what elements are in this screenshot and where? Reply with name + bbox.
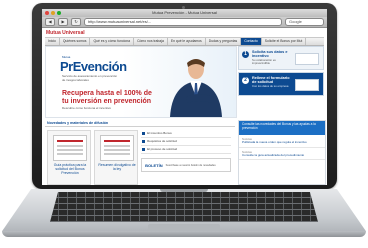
news-text: Publicada la nueva orden que regula el i… <box>242 140 307 144</box>
news-item[interactable]: Noticias Publicada la nueva orden que re… <box>239 135 325 148</box>
browser-titlebar: Mutua Prevención - Mutua Universal <box>42 9 327 17</box>
search-input[interactable]: Google <box>285 18 324 26</box>
web-page: Mutua Universal Inicio Quiénes somos Qué… <box>42 28 327 185</box>
window-controls <box>45 11 61 15</box>
maximize-icon[interactable] <box>57 11 61 15</box>
publication-card[interactable]: Resumen divulgativo de la ley <box>94 130 139 185</box>
brand-title: PrEvención <box>60 59 127 74</box>
businessman-photo <box>170 59 222 117</box>
list-item[interactable]: El proceso de solicitud <box>141 146 231 154</box>
section-title: Novedades y materiales de difusión <box>47 121 109 125</box>
news-text: Consulte la guía actualizada del procedi… <box>242 152 305 157</box>
link-list: El incentivo Bonus Requisitos de solicit… <box>141 130 231 183</box>
hero-subtitle: Servicio de asesoramiento en prevención … <box>62 74 118 82</box>
laptop-screen: Mutua Prevención - Mutua Universal ◀ ▶ ↻… <box>42 9 327 185</box>
step-thumbnail <box>295 53 319 65</box>
publication-title: Resumen divulgativo de la ley <box>98 163 136 171</box>
site-header: Mutua Universal <box>42 28 327 37</box>
keyboard-rows <box>50 192 318 222</box>
browser-toolbar: ◀ ▶ ↻ http://www.mutuauniversal.net/es/.… <box>42 17 327 28</box>
forward-button[interactable]: ▶ <box>58 18 68 26</box>
laptop-base-edge <box>2 231 366 237</box>
close-icon[interactable] <box>45 11 49 15</box>
menu-item[interactable]: Dudas y preguntas <box>206 38 242 45</box>
publications-row: Guía práctica para la solicitud del Bonu… <box>47 130 231 185</box>
steps-panel: 1 Solicita sus datos e incentivo Su cola… <box>238 46 324 116</box>
document-thumbnail <box>100 135 135 161</box>
back-button[interactable]: ◀ <box>45 18 55 26</box>
news-item[interactable]: Noticias Consulte la guía actualizada de… <box>239 148 325 161</box>
document-thumbnail <box>53 135 87 161</box>
address-bar[interactable]: http://www.mutuauniversal.net/es/... <box>84 18 282 26</box>
publication-title: Guía práctica para la solicitud del Bonu… <box>53 163 87 175</box>
reload-button[interactable]: ↻ <box>71 18 81 26</box>
step-number: 2 <box>242 77 249 84</box>
menu-item[interactable]: Qué es y cómo funciona <box>90 38 135 45</box>
site-menu: Inicio Quiénes somos Qué es y cómo funci… <box>45 37 324 46</box>
newsletter-banner[interactable]: BOLETÍN Suscríbase a nuestro boletín de … <box>141 158 231 172</box>
menu-item[interactable]: Solicite el Bonus por Mut <box>262 38 307 45</box>
step-desc: Su colaboración es imprescindible <box>252 58 276 66</box>
news-header: Consulte las novedades del Bonus y las a… <box>239 121 325 135</box>
window-title: Mutua Prevención - Mutua Universal <box>152 10 217 15</box>
step-number: 1 <box>242 51 249 58</box>
hero-headline-sub: Descubre cómo funciona el incentivo <box>62 106 112 110</box>
menu-item[interactable]: Inicio <box>45 38 60 45</box>
step-thumbnail <box>295 79 319 91</box>
laptop: Mutua Prevención - Mutua Universal ◀ ▶ ↻… <box>0 0 368 248</box>
list-item[interactable]: El incentivo Bonus <box>141 130 231 138</box>
trackpad <box>148 224 220 231</box>
step-card[interactable]: 1 Solicita sus datos e incentivo Su cola… <box>238 46 324 70</box>
menu-item[interactable]: Contacto <box>241 38 262 45</box>
newsletter-title: BOLETÍN <box>145 162 163 168</box>
minimize-icon[interactable] <box>51 11 55 15</box>
step-card[interactable]: 2 Rellene el formulario de solicitud Con… <box>238 72 324 96</box>
hero-banner[interactable]: Mutua PrEvención Servicio de asesoramien… <box>45 46 237 118</box>
step-desc: Con los datos de su empresa <box>252 84 289 88</box>
menu-item[interactable]: En qué le ayudamos <box>168 38 206 45</box>
site-logo[interactable]: Mutua Universal <box>46 30 85 36</box>
news-panel: Consulte las novedades del Bonus y las a… <box>238 120 326 185</box>
list-item[interactable]: Requisitos de solicitud <box>141 138 231 146</box>
newsletter-subtitle: Suscríbase a nuestro boletín de novedade… <box>165 163 216 167</box>
lid-notch <box>160 189 208 192</box>
divider <box>45 126 235 127</box>
hero-headline: Recupera hasta el 100% de tu inversión e… <box>62 90 152 105</box>
menu-item[interactable]: Quiénes somos <box>60 38 91 45</box>
publication-card[interactable]: Guía práctica para la solicitud del Bonu… <box>47 130 92 185</box>
menu-item[interactable]: Cómo nos trabaja <box>134 38 168 45</box>
